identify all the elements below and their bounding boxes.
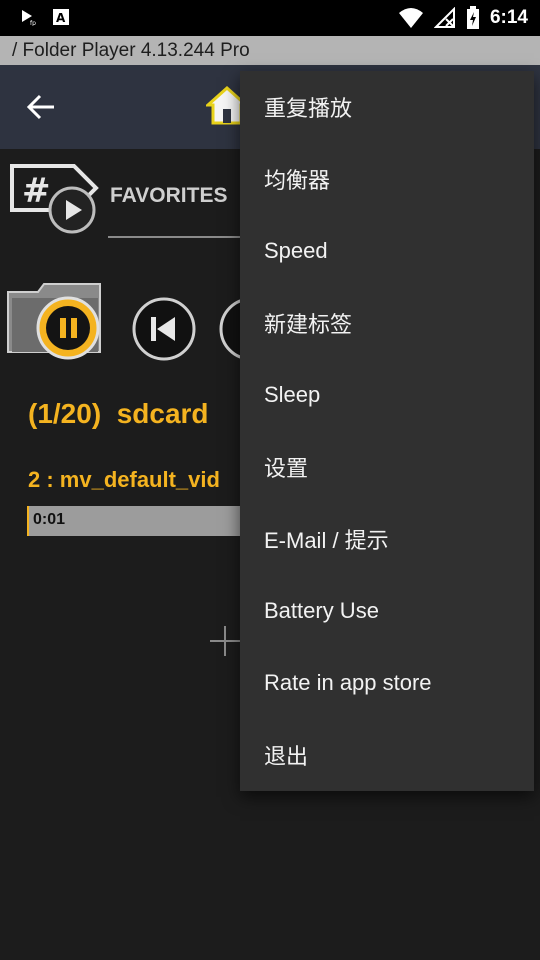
folder-icon[interactable] xyxy=(4,272,104,364)
play-notification-icon: fp xyxy=(22,10,36,26)
app-title: / Folder Player 4.13.244 Pro xyxy=(12,40,250,61)
wifi-icon xyxy=(398,8,423,28)
favorites-underline xyxy=(108,236,248,238)
menu-item-settings[interactable]: 设置 xyxy=(240,431,534,503)
menu-item-exit[interactable]: 退出 xyxy=(240,719,534,791)
svg-text:A: A xyxy=(56,11,66,25)
app-title-strip: / Folder Player 4.13.244 Pro xyxy=(0,36,540,65)
no-signal-icon xyxy=(433,7,455,28)
add-icon[interactable] xyxy=(208,624,242,658)
menu-item-rate-app[interactable]: Rate in app store xyxy=(240,647,534,719)
tag-play-icon[interactable]: # xyxy=(8,160,100,236)
folder-count: (1/20) sdcard xyxy=(28,398,209,429)
a-notification-icon: A xyxy=(53,9,69,25)
menu-item-speed[interactable]: Speed xyxy=(240,215,534,287)
menu-item-email-tips[interactable]: E-Mail / 提示 xyxy=(240,503,534,575)
menu-item-repeat[interactable]: 重复播放 xyxy=(240,71,534,143)
menu-item-equalizer[interactable]: 均衡器 xyxy=(240,143,534,215)
status-time: 6:14 xyxy=(489,7,528,28)
menu-item-sleep[interactable]: Sleep xyxy=(240,359,534,431)
previous-track-button[interactable] xyxy=(131,296,197,362)
pause-icon xyxy=(60,318,66,338)
status-bar: fp A 6:14 xyxy=(0,0,540,36)
battery-charging-icon xyxy=(466,6,479,29)
back-arrow-icon[interactable] xyxy=(24,89,60,125)
favorites-label[interactable]: FAVORITES xyxy=(110,184,227,208)
overflow-menu: 重复播放 均衡器 Speed 新建标签 Sleep 设置 E-Mail / 提示… xyxy=(240,71,534,791)
progress-bar[interactable]: 0:01 xyxy=(27,506,247,536)
svg-text:#: # xyxy=(22,171,51,211)
svg-text:fp: fp xyxy=(30,20,36,26)
elapsed-time: 0:01 xyxy=(33,511,66,528)
menu-item-new-tag[interactable]: 新建标签 xyxy=(240,287,534,359)
track-title: 2 : mv_default_vid xyxy=(28,467,220,492)
menu-item-battery-use[interactable]: Battery Use xyxy=(240,575,534,647)
